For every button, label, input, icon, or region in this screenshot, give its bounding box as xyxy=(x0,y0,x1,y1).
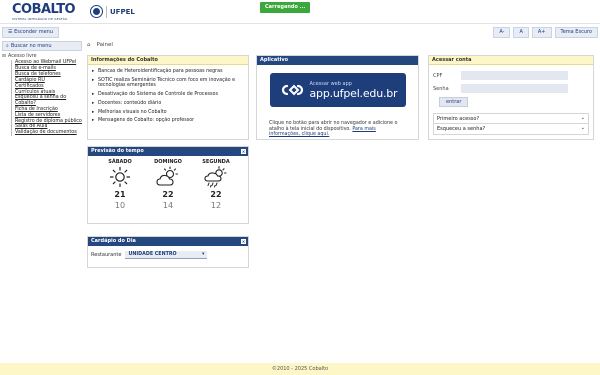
weather-day: SEGUNDA 22 12 xyxy=(194,159,239,210)
menu-search-placeholder: Buscar no menu xyxy=(10,43,52,49)
weather-forecast: SÁBADO 21 10 DOMINGO 22 14 SEGUNDA 22 12 xyxy=(88,156,248,210)
news-item[interactable]: Mensagens do Cobalto: opção professor xyxy=(92,118,244,124)
loading-indicator: Carregando ... xyxy=(260,2,311,13)
weather-panel: Previsão do tempo × SÁBADO 21 10 DOMINGO… xyxy=(87,146,249,224)
font-decrease-button[interactable]: A- xyxy=(493,27,511,38)
forgot-password-accordion[interactable]: Esqueceu a senha? xyxy=(433,123,589,135)
menu-search[interactable]: ⌕ Buscar no menu xyxy=(2,41,82,51)
login-panel-title: Acessar conta xyxy=(429,56,593,65)
app-note-text: Clique no botão para abrir no navegador … xyxy=(269,121,398,132)
font-increase-button[interactable]: A+ xyxy=(531,27,552,38)
password-row: Senha xyxy=(433,84,589,93)
weather-panel-header: Previsão do tempo × xyxy=(88,147,248,156)
news-item[interactable]: Bancas de Heteroidentificação para pesso… xyxy=(92,69,244,75)
toggle-menu-button[interactable]: ☰ Esconder menu xyxy=(2,27,59,38)
news-panel-title: Informações do Cobalto xyxy=(88,56,248,65)
weather-day: SÁBADO 21 10 xyxy=(98,159,143,210)
news-item[interactable]: Desativação do Sistema de Controle de Pr… xyxy=(92,92,244,98)
toggle-menu-label: Esconder menu xyxy=(14,29,53,35)
restaurant-row: Restaurante UNIDADE CENTRO xyxy=(88,246,248,264)
sidebar-link[interactable]: Acesso ao Webmail UFPel xyxy=(15,60,82,65)
app-panel: Aplicativo Acessar web app app.ufpel.edu… xyxy=(256,55,419,140)
app-note: Clique no botão para abrir no navegador … xyxy=(269,121,406,138)
weather-day: DOMINGO 22 14 xyxy=(146,159,191,210)
first-access-accordion[interactable]: Primeiro acesso? xyxy=(433,113,589,124)
cpf-input[interactable] xyxy=(461,71,568,80)
tree-root-free-access[interactable]: ⊟ Acesso livre xyxy=(2,53,82,60)
tree-list: Acesso ao Webmail UFPel Busca de e-mails B… xyxy=(11,60,82,136)
open-web-app-button[interactable]: Acessar web app app.ufpel.edu.br xyxy=(269,73,406,107)
sidebar: ⌕ Buscar no menu ⊟ Acesso livre Acesso a… xyxy=(2,41,82,136)
news-item[interactable]: Docentes: conteúdo diário xyxy=(92,101,244,107)
font-controls: A- A A+ Tema Escuro xyxy=(493,27,598,38)
login-button[interactable]: entrar xyxy=(439,97,469,107)
menu-day-panel: Cardápio do Dia × Restaurante UNIDADE CE… xyxy=(87,236,249,268)
restaurant-label: Restaurante xyxy=(91,252,122,258)
breadcrumb: ⌂ Painel xyxy=(87,42,113,48)
weather-min: 10 xyxy=(114,201,126,210)
font-reset-button[interactable]: A xyxy=(513,27,529,38)
weather-panel-title: Previsão do tempo xyxy=(91,148,144,154)
rain-cloud-icon xyxy=(194,165,239,189)
sun-icon xyxy=(98,165,143,189)
sidebar-link[interactable]: Esqueceu a senha do Cobalto? xyxy=(15,95,82,106)
restaurant-select[interactable]: UNIDADE CENTRO xyxy=(125,251,208,259)
tree-root-label: Acesso livre xyxy=(8,54,37,59)
app-panel-body: Acessar web app app.ufpel.edu.br Clique … xyxy=(257,65,418,146)
sidebar-link[interactable]: Busca de e-mails xyxy=(15,66,82,71)
sidebar-link[interactable]: Certificados xyxy=(15,84,82,89)
logo-text: COBALTO xyxy=(12,2,76,17)
weather-max: 21 xyxy=(114,190,126,199)
university-name: UFPEL xyxy=(110,7,135,16)
weather-close-icon[interactable]: × xyxy=(241,149,246,154)
sidebar-link[interactable]: Cardápio RU xyxy=(15,78,82,83)
app-button-url: app.ufpel.edu.br xyxy=(309,86,398,100)
search-icon: ⌕ xyxy=(6,43,9,49)
cobalto-app-icon xyxy=(281,84,303,96)
sidebar-link[interactable]: Lista de servidores xyxy=(15,113,82,118)
logo-subtitle: SISTEMA INTEGRADO DE GESTÃO xyxy=(12,17,68,21)
cobalto-logo[interactable]: COBALTO SISTEMA INTEGRADO DE GESTÃO xyxy=(12,3,76,22)
menu-day-title: Cardápio do Dia xyxy=(91,238,136,244)
password-label: Senha xyxy=(433,85,449,92)
weather-max: 22 xyxy=(162,190,174,199)
university-brand: UFPEL xyxy=(90,5,135,18)
partly-cloudy-icon xyxy=(146,165,191,189)
brand-divider xyxy=(106,5,107,18)
weather-min: 12 xyxy=(210,201,222,210)
cpf-row: CPF xyxy=(433,71,589,80)
dark-theme-button[interactable]: Tema Escuro xyxy=(554,27,598,38)
menu-day-close-icon[interactable]: × xyxy=(241,239,246,244)
password-input[interactable] xyxy=(461,84,568,93)
login-form: CPF Senha entrar Primeiro acesso? Esquec… xyxy=(429,65,593,141)
news-item[interactable]: SOTIC realiza Seminário Técnico com foco… xyxy=(92,78,244,89)
collapse-icon: ⊟ xyxy=(2,54,7,59)
app-panel-title: Aplicativo xyxy=(257,56,418,65)
sidebar-link[interactable]: Validação de documentos xyxy=(15,130,82,135)
app-button-text: Acessar web app app.ufpel.edu.br xyxy=(310,81,398,100)
sidebar-link[interactable]: Busca de telefones xyxy=(15,72,82,77)
university-seal-icon xyxy=(90,5,103,18)
weather-min: 14 xyxy=(162,201,174,210)
top-bar: COBALTO SISTEMA INTEGRADO DE GESTÃO UFPE… xyxy=(0,0,600,24)
weather-max: 22 xyxy=(210,190,222,199)
footer: ©2010 - 2025 Cobalto xyxy=(0,363,600,375)
home-icon[interactable]: ⌂ xyxy=(87,42,91,48)
sidebar-link[interactable]: Ficha de Inscrição xyxy=(15,107,82,112)
login-panel: Acessar conta CPF Senha entrar Primeiro … xyxy=(428,55,594,140)
news-panel: Informações do Cobalto Bancas de Heteroi… xyxy=(87,55,249,140)
breadcrumb-current: Painel xyxy=(96,42,113,48)
news-item[interactable]: Melhorias visuais no Cobalto xyxy=(92,110,244,116)
menu-tree: ⊟ Acesso livre Acesso ao Webmail UFPel Bu… xyxy=(2,53,82,136)
news-list: Bancas de Heteroidentificação para pesso… xyxy=(88,65,248,131)
menu-day-header: Cardápio do Dia × xyxy=(88,237,248,246)
cpf-label: CPF xyxy=(433,72,443,79)
toolbar: ☰ Esconder menu A- A A+ Tema Escuro xyxy=(0,27,600,39)
menu-icon: ☰ xyxy=(8,29,13,35)
